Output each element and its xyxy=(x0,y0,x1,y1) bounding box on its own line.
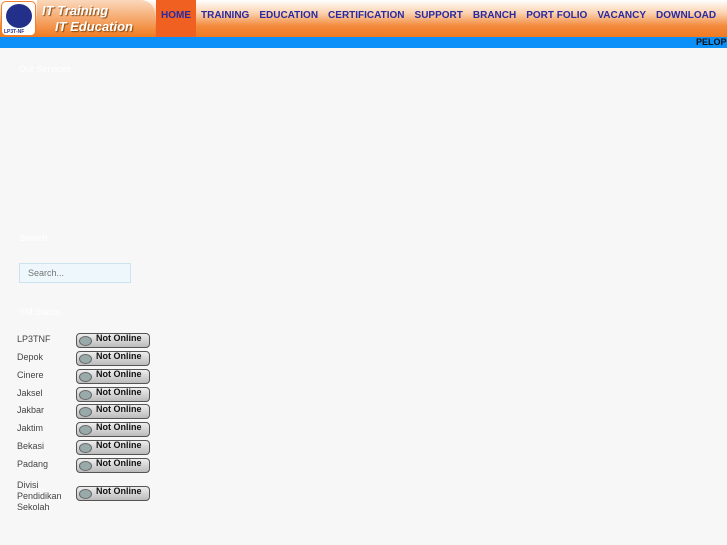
nav-training[interactable]: TRAINING xyxy=(196,0,254,37)
nav-certification[interactable]: CERTIFICATION xyxy=(323,0,409,37)
ym-branch-name: Padang xyxy=(17,459,49,469)
nav-support[interactable]: SUPPORT xyxy=(410,0,468,37)
ym-status-text: Not Online xyxy=(96,351,142,361)
nav-branch[interactable]: BRANCH xyxy=(468,0,521,37)
header: LP3T-NF IT Training IT Education HOME TR… xyxy=(0,0,727,37)
yahoo-messenger-icon xyxy=(79,336,92,346)
ym-status-text: Not Online xyxy=(96,404,142,414)
info-bar xyxy=(0,37,727,48)
ym-branch-name: Jaksel xyxy=(17,388,43,398)
ym-branch-name: Jaktim xyxy=(17,423,44,433)
ym-status-text: Not Online xyxy=(96,387,142,397)
ym-status-badge[interactable]: Not Online xyxy=(76,422,150,437)
ym-branch-name: Cinere xyxy=(17,370,44,380)
ym-status-text: Not Online xyxy=(96,333,142,343)
yahoo-messenger-icon xyxy=(79,425,92,435)
ym-status-text: Not Online xyxy=(96,440,142,450)
ym-branch-name: Divisi Pendidikan Sekolah xyxy=(17,480,62,512)
brand-line1: IT Training xyxy=(42,3,109,18)
marquee-text: PELOPO xyxy=(696,37,727,47)
ym-status-badge[interactable]: Not Online xyxy=(76,440,150,455)
ym-status-badge[interactable]: Not Online xyxy=(76,369,150,384)
nav-vacancy[interactable]: VACANCY xyxy=(592,0,651,37)
logo[interactable]: LP3T-NF xyxy=(1,1,36,36)
ym-status-badge[interactable]: Not Online xyxy=(76,387,150,402)
yahoo-messenger-icon xyxy=(79,443,92,453)
ym-status-badge[interactable]: Not Online xyxy=(76,486,150,501)
ym-status-badge[interactable]: Not Online xyxy=(76,404,150,419)
ym-status-text: Not Online xyxy=(96,486,142,496)
nav-download[interactable]: DOWNLOAD xyxy=(651,0,721,37)
ym-branch-name: Bekasi xyxy=(17,441,45,451)
ym-branch-name: Depok xyxy=(17,352,44,362)
yahoo-messenger-icon xyxy=(79,407,92,417)
ym-branch-name: LP3TNF xyxy=(17,334,51,344)
ym-status-badge[interactable]: Not Online xyxy=(76,333,150,348)
main-nav: HOME TRAINING EDUCATION CERTIFICATION SU… xyxy=(156,0,721,37)
ym-status-heading: YM Status xyxy=(19,307,61,317)
ym-status-text: Not Online xyxy=(96,369,142,379)
search-heading: Search xyxy=(19,233,48,243)
nav-portfolio[interactable]: PORT FOLIO xyxy=(521,0,592,37)
yahoo-messenger-icon xyxy=(79,390,92,400)
services-heading: Our Services xyxy=(19,64,72,74)
ym-status-badge[interactable]: Not Online xyxy=(76,351,150,366)
yahoo-messenger-icon xyxy=(79,354,92,364)
brand-line2: IT Education xyxy=(55,19,133,34)
search-input[interactable] xyxy=(19,263,131,283)
yahoo-messenger-icon xyxy=(79,461,92,471)
nav-home[interactable]: HOME xyxy=(156,0,196,37)
yahoo-messenger-icon xyxy=(79,489,92,499)
nav-education[interactable]: EDUCATION xyxy=(254,0,323,37)
ym-branch-name: Jakbar xyxy=(17,405,45,415)
ym-status-text: Not Online xyxy=(96,422,142,432)
ym-status-text: Not Online xyxy=(96,458,142,468)
yahoo-messenger-icon xyxy=(79,372,92,382)
brand-banner: IT Training IT Education xyxy=(37,0,155,37)
ym-status-badge[interactable]: Not Online xyxy=(76,458,150,473)
